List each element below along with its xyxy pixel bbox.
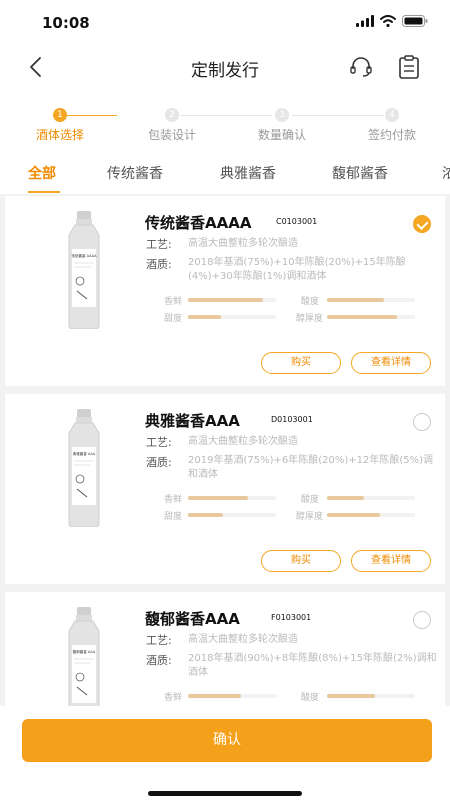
attribute-bar (327, 315, 415, 319)
product-code: F0103001 (271, 613, 312, 622)
step-4: 4 签约付款 (337, 108, 447, 143)
tab-active-indicator (28, 191, 60, 193)
process-label: 工艺: (146, 436, 172, 449)
attribute-label: 酸度 (301, 495, 320, 505)
attribute-bar (327, 298, 415, 302)
step-label: 数量确认 (257, 128, 306, 142)
bottle-image: 典雅酱香 AAA (68, 409, 100, 527)
bottle-image: 传统酱香 AAAA (68, 211, 100, 329)
step-label: 包装设计 (147, 128, 196, 142)
select-checkbox[interactable] (413, 215, 431, 233)
product-card: 馥郁酱香 AAA 馥郁酱香AAA F0103001 工艺: 高温大曲整粒多轮次酿… (5, 592, 445, 706)
step-1: 1 酒体选择 (5, 108, 115, 143)
quality-value: 2018年基酒(75%)+10年陈酿(20%)+15年陈酿(4%)+30年陈酿(… (188, 257, 406, 282)
attribute-label: 酸度 (301, 297, 320, 307)
status-bar: 10:08 (0, 0, 450, 44)
attribute-bar (327, 513, 415, 517)
bottle-label: 传统酱香 AAAA (72, 253, 98, 258)
view-details-button[interactable]: 查看详情 (351, 550, 431, 572)
attribute-bar (188, 496, 276, 500)
attribute-label: 醇厚度 (296, 314, 324, 324)
status-time: 10:08 (42, 14, 90, 32)
product-name: 馥郁酱香AAA (145, 610, 240, 628)
product-name: 传统酱香AAAA (145, 214, 252, 232)
process-value: 高温大曲整粒多轮次酿造 (188, 436, 298, 447)
step-number: 1 (53, 108, 67, 122)
product-card: 典雅酱香 AAA 典雅酱香AAA D0103001 工艺: 高温大曲整粒多轮次酿… (5, 394, 445, 584)
status-icons (356, 15, 428, 27)
step-number: 2 (165, 108, 179, 122)
step-2: 2 包装设计 (117, 108, 227, 143)
bottle-label: 馥郁酱香 AAA (73, 649, 96, 654)
attribute-bar (188, 298, 276, 302)
buy-button[interactable]: 购买 (261, 352, 341, 374)
headset-icon (350, 57, 372, 77)
step-label: 酒体选择 (35, 128, 84, 142)
process-value: 高温大曲整粒多轮次酿造 (188, 238, 298, 249)
customer-service-button[interactable] (346, 52, 376, 82)
product-code: C0103001 (276, 217, 318, 226)
tab-strong[interactable]: 浓 (442, 163, 450, 183)
step-number: 4 (385, 108, 399, 122)
process-label: 工艺: (146, 634, 172, 647)
battery-icon (402, 15, 428, 27)
nav-bar: 定制发行 (0, 44, 450, 90)
process-value: 高温大曲整粒多轮次酿造 (188, 634, 298, 645)
attribute-bar (188, 513, 276, 517)
quality-label: 酒质: (146, 654, 172, 667)
quality-value: 2019年基酒(75%)+6年陈酿(20%)+12年陈酿(5%)调和酒体 (188, 455, 434, 480)
clipboard-icon (399, 55, 419, 79)
buy-button[interactable]: 购买 (261, 550, 341, 572)
step-number: 3 (275, 108, 289, 122)
attribute-label: 醇厚度 (296, 512, 324, 522)
tab-elegant[interactable]: 典雅酱香 (220, 163, 276, 183)
quality-label: 酒质: (146, 456, 172, 469)
tab-traditional[interactable]: 传统酱香 (107, 163, 163, 183)
tab-all[interactable]: 全部 (28, 163, 56, 183)
bottle-image: 馥郁酱香 AAA (68, 607, 100, 706)
category-tabs: 全部 传统酱香 典雅酱香 馥郁酱香 浓 (0, 150, 450, 194)
attribute-label: 酸度 (301, 693, 320, 703)
attribute-bar (188, 694, 276, 698)
confirm-button[interactable]: 确认 (22, 719, 432, 762)
wifi-icon (380, 15, 396, 27)
process-label: 工艺: (146, 238, 172, 251)
select-checkbox[interactable] (413, 611, 431, 629)
product-code: D0103001 (271, 415, 313, 424)
bottle-label: 典雅酱香 AAA (73, 451, 96, 456)
attribute-bar (327, 496, 415, 500)
page-title: 定制发行 (191, 61, 259, 81)
select-checkbox[interactable] (413, 413, 431, 431)
view-details-button[interactable]: 查看详情 (351, 352, 431, 374)
tab-rich[interactable]: 馥郁酱香 (332, 163, 388, 183)
clipboard-button[interactable] (394, 52, 424, 82)
step-label: 签约付款 (367, 128, 416, 142)
product-name: 典雅酱香AAA (145, 412, 240, 430)
product-card: 传统酱香 AAAA 传统酱香AAAA C0103001 工艺: 高温大曲整粒多轮… (5, 196, 445, 386)
step-3: 3 数量确认 (227, 108, 337, 143)
footer: 确认 (0, 706, 450, 800)
attribute-label: 甜度 (164, 512, 183, 522)
progress-steps: 1 酒体选择 2 包装设计 3 数量确认 4 签约付款 (0, 90, 450, 150)
quality-value: 2018年基酒(90%)+8年陈酿(8%)+15年陈酿(2%)调和酒体 (188, 653, 437, 678)
signal-icon (356, 15, 374, 27)
home-indicator (148, 791, 302, 796)
attribute-label: 香鲜 (164, 495, 183, 505)
attribute-label: 香鲜 (164, 693, 183, 703)
quality-label: 酒质: (146, 258, 172, 271)
attribute-label: 甜度 (164, 314, 183, 324)
attribute-label: 香鲜 (164, 297, 183, 307)
attribute-bar (188, 315, 276, 319)
attribute-bar (327, 694, 415, 698)
